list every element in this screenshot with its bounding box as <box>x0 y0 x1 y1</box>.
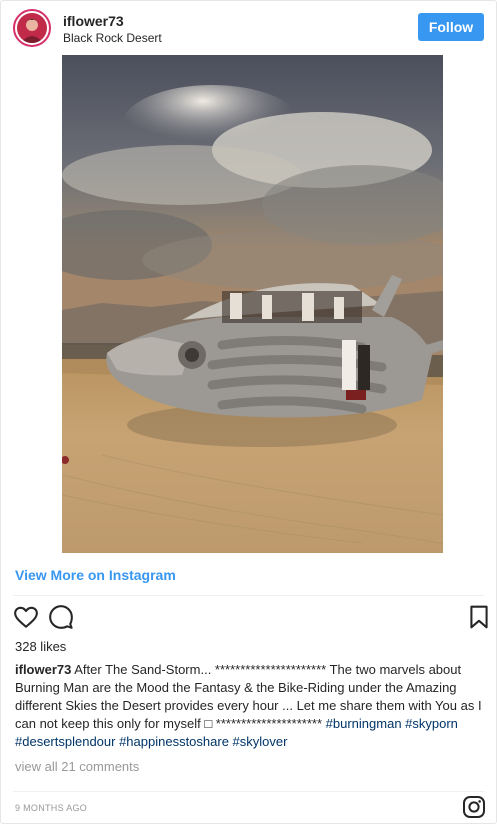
post-timestamp: 9 MONTHS AGO <box>15 803 88 813</box>
divider <box>13 791 484 792</box>
avatar-image <box>17 13 47 43</box>
comment-icon[interactable] <box>48 604 74 630</box>
caption: iflower73 After The Sand-Storm... ******… <box>15 661 485 751</box>
location[interactable]: Black Rock Desert <box>63 31 162 45</box>
username[interactable]: iflower73 <box>63 13 124 29</box>
instagram-embed-card: iflower73 Black Rock Desert Follow View … <box>0 0 497 824</box>
heart-icon[interactable] <box>13 604 39 630</box>
instagram-logo-icon[interactable] <box>462 795 486 819</box>
post-photo[interactable] <box>62 55 443 553</box>
post-header: iflower73 Black Rock Desert Follow <box>13 9 488 47</box>
view-comments-link[interactable]: view all 21 comments <box>15 759 139 774</box>
view-more-link[interactable]: View More on Instagram <box>15 567 176 583</box>
divider <box>13 595 484 596</box>
caption-username[interactable]: iflower73 <box>15 662 71 677</box>
bookmark-icon[interactable] <box>466 604 492 630</box>
follow-button[interactable]: Follow <box>418 13 484 41</box>
avatar[interactable] <box>13 9 51 47</box>
likes-count[interactable]: 328 likes <box>15 639 66 654</box>
